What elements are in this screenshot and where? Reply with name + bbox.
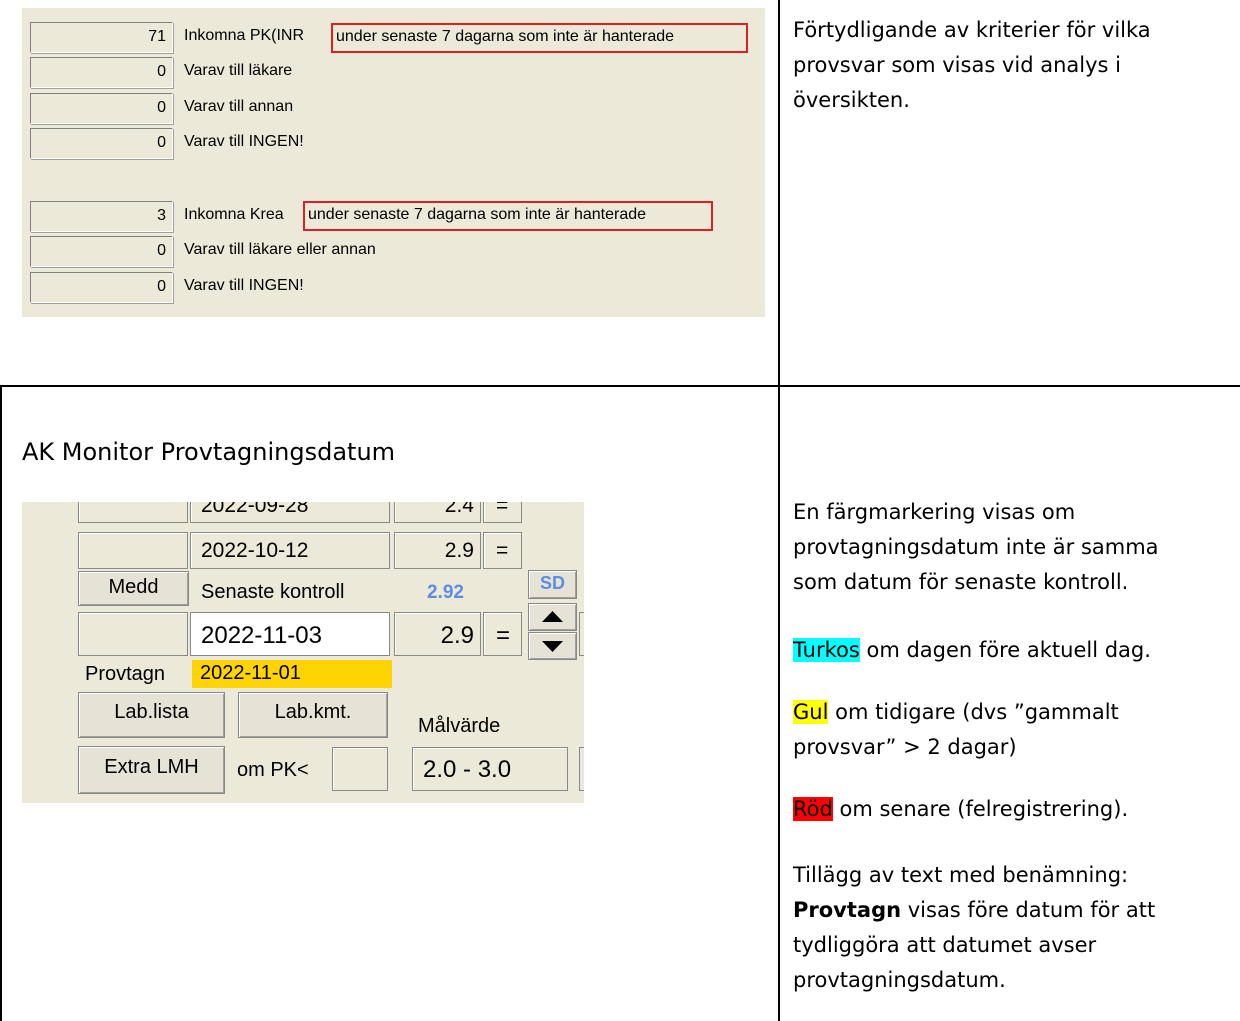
krea-criteria-highlight-box: under senaste 7 dagarna som inte är hant… [303,201,713,231]
provtagn-label: Provtagn [85,663,166,685]
krea-doctor-label: Varav till läkare eller annan [184,241,376,258]
date-field-partial: 2022-09-28 [190,502,390,523]
ak-monitor-screenshot: 2022-09-28 2.4 = 2022-10-12 2.9 = Medd S… [22,502,584,803]
lab-kmt-button[interactable]: Lab.kmt. [238,692,388,738]
target-label: Målvärde [418,715,501,737]
last-control-label: Senaste kontroll [201,581,345,603]
pk-criteria-highlight-box: under senaste 7 dagarna som inte är hant… [331,23,748,53]
table-row-divider [0,385,1240,387]
pk-other-label: Varav till annan [184,98,294,115]
field-partial-right [579,612,584,656]
om-pk-label: om PK< [237,759,309,781]
value-field-prev: 2.9 [394,532,481,569]
provtagn-date-highlight: 2022-11-01 [192,660,392,688]
pk-other-count-field: 0 [30,93,173,124]
pk-doctor-label: Varav till läkare [184,62,293,79]
row-comment-field[interactable] [78,612,188,656]
lab-list-button[interactable]: Lab.lista [78,692,225,738]
spinner-up-button[interactable] [528,603,577,631]
extra-lmh-button[interactable]: Extra LMH [78,746,225,794]
table-left-border [0,386,2,1021]
trend-field-prev: = [483,532,522,569]
medd-button[interactable]: Medd [78,571,189,606]
date-field-prev: 2022-10-12 [190,532,390,569]
date-field-current[interactable]: 2022-11-03 [190,612,390,656]
krea-incoming-count-field: 3 [30,201,173,232]
pk-criteria-text: under senaste 7 dagarna som inte är hant… [336,28,675,45]
field-partial-right [579,747,584,791]
target-value-field: 2.0 - 3.0 [412,747,568,791]
rod-swatch: Röd [793,797,833,821]
krea-criteria-text: under senaste 7 dagarna som inte är hant… [308,206,647,223]
turkos-swatch: Turkos [793,638,860,662]
provtagn-text-description: Tillägg av text med benämning: Provtagn … [793,863,1156,992]
pk-doctor-count-field: 0 [30,57,173,88]
pk-none-count-field: 0 [30,128,173,159]
krea-incoming-label: Inkomna Krea [184,206,284,223]
arrow-up-icon [542,611,563,622]
gul-swatch: Gul [793,700,829,724]
row-comment-field[interactable] [78,532,188,569]
spinner-down-button[interactable] [528,632,577,660]
color-marking-description: En färgmarkering visas om provtagningsda… [793,500,1159,594]
pk-none-label: Varav till INGEN! [184,133,304,150]
rod-rule: Röd om senare (felregistrering). [793,797,1129,821]
krea-none-label: Varav till INGEN! [184,277,304,294]
pk-incoming-count-field: 71 [30,22,173,53]
criteria-description: Förtydligande av kriterier för vilka pro… [793,18,1151,112]
sd-button[interactable]: SD [528,570,577,599]
krea-none-count-field: 0 [30,272,173,303]
table-column-divider [778,0,780,1021]
section-heading: AK Monitor Provtagningsdatum [22,438,396,466]
turkos-rule: Turkos om dagen före aktuell dag. [793,638,1151,662]
gul-rule: Gul om tidigare (dvs ”gammalt provsvar” … [793,700,1119,759]
trend-field-partial: = [483,502,522,523]
last-control-value: 2.92 [427,582,464,603]
arrow-down-icon [542,641,563,652]
value-field-partial: 2.4 [394,502,481,523]
pk-incoming-label: Inkomna PK(INR [184,27,305,44]
pending-results-screenshot: 71 Inkomna PK(INR under senaste 7 dagarn… [22,8,765,317]
om-pk-field[interactable] [332,747,388,791]
trend-field-current: = [483,612,522,656]
krea-doctor-count-field: 0 [30,236,173,267]
value-field-current: 2.9 [394,612,481,656]
row-comment-field[interactable] [78,502,188,523]
